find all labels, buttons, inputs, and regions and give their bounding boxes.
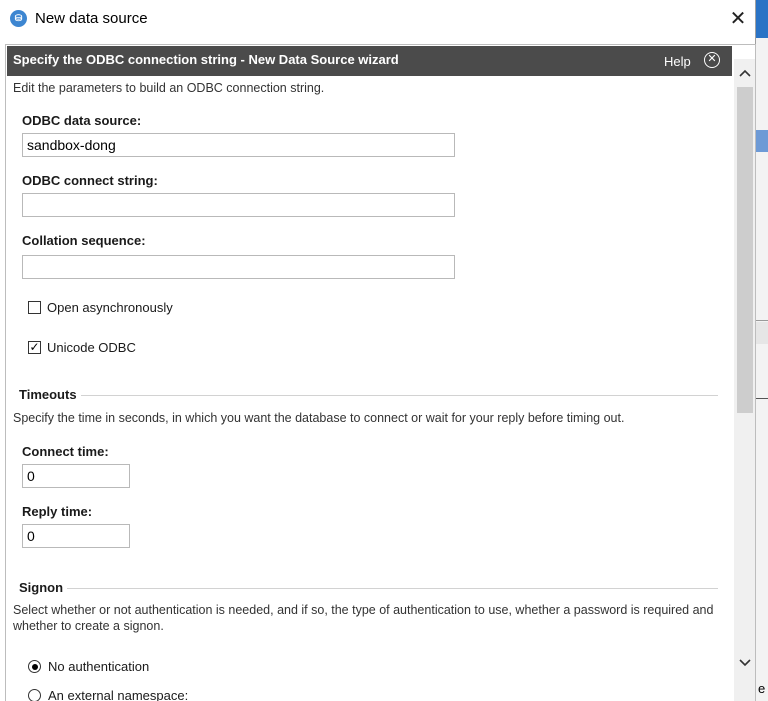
unicode-odbc-checkbox[interactable]: ✓ <box>28 341 41 354</box>
signon-section-title: Signon <box>19 580 68 595</box>
external-namespace-radio[interactable] <box>28 689 41 701</box>
no-authentication-radio[interactable] <box>28 660 41 673</box>
scrollbar-thumb[interactable] <box>737 87 753 413</box>
collation-sequence-input[interactable] <box>22 255 455 279</box>
timeouts-section-title: Timeouts <box>19 387 81 402</box>
close-circle-icon[interactable]: ✕ <box>704 52 720 68</box>
background-titlebar <box>756 0 768 38</box>
external-namespace-label: An external namespace: <box>48 688 189 701</box>
connect-time-label: Connect time: <box>22 444 109 459</box>
no-authentication-label: No authentication <box>48 659 150 674</box>
unicode-odbc-label: Unicode ODBC <box>47 340 136 355</box>
odbc-connect-string-label: ODBC connect string: <box>22 173 158 188</box>
background-text: e <box>758 681 766 696</box>
wizard-title: Specify the ODBC connection string - New… <box>13 52 399 67</box>
wizard-header: Specify the ODBC connection string - New… <box>7 46 732 76</box>
wizard-intro-text: Edit the parameters to build an ODBC con… <box>13 81 325 95</box>
signon-description: Select whether or not authentication is … <box>13 603 714 633</box>
odbc-data-source-input[interactable] <box>22 133 455 157</box>
background-app-strip: e <box>756 0 768 701</box>
background-shaded-row <box>756 322 768 344</box>
wizard-panel: Edit the parameters to build an ODBC con… <box>6 77 732 701</box>
external-namespace-option[interactable]: An external namespace: <box>28 688 188 701</box>
open-async-option[interactable]: Open asynchronously <box>28 300 173 315</box>
timeouts-divider <box>19 395 718 396</box>
open-async-checkbox[interactable] <box>28 301 41 314</box>
odbc-connect-string-input[interactable] <box>22 193 455 217</box>
close-icon[interactable]: ✕ <box>720 4 756 34</box>
reply-time-input[interactable] <box>22 524 130 548</box>
help-link[interactable]: Help <box>664 54 691 69</box>
chevron-up-icon[interactable] <box>734 59 755 83</box>
vertical-scrollbar[interactable] <box>734 59 755 701</box>
signon-divider <box>19 588 718 589</box>
odbc-data-source-label: ODBC data source: <box>22 113 142 128</box>
dialog-titlebar: ⛁ New data source ✕ <box>0 0 755 38</box>
background-divider <box>756 398 768 399</box>
collation-sequence-label: Collation sequence: <box>22 233 146 248</box>
new-data-source-dialog: ⛁ New data source ✕ Specify the ODBC con… <box>0 0 756 701</box>
connect-time-input[interactable] <box>22 464 130 488</box>
unicode-odbc-option[interactable]: ✓ Unicode ODBC <box>28 340 136 355</box>
no-authentication-option[interactable]: No authentication <box>28 659 149 674</box>
timeouts-description: Specify the time in seconds, in which yo… <box>13 411 625 425</box>
chevron-down-icon[interactable] <box>734 651 755 675</box>
open-async-label: Open asynchronously <box>47 300 173 315</box>
background-selected-row <box>756 130 768 152</box>
wizard-frame: Specify the ODBC connection string - New… <box>5 44 756 701</box>
data-source-app-icon: ⛁ <box>10 10 27 27</box>
dialog-title: New data source <box>35 10 148 27</box>
reply-time-label: Reply time: <box>22 504 93 519</box>
background-divider <box>756 320 768 321</box>
